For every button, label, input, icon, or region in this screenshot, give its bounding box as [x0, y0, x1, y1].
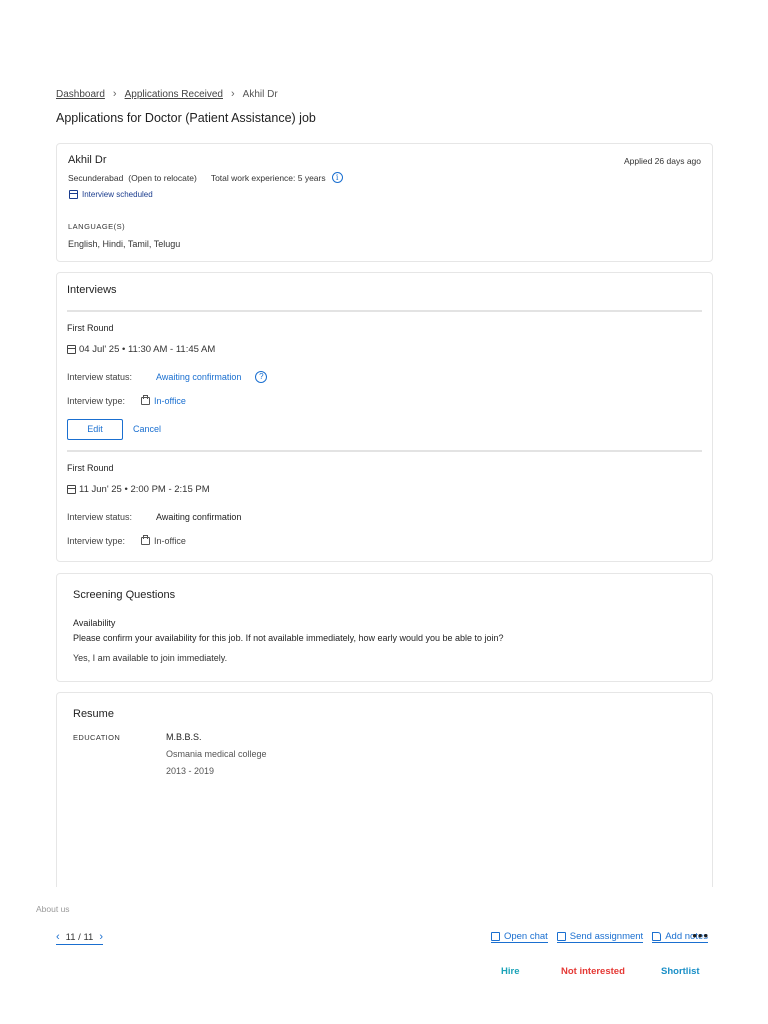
assignment-icon: [556, 932, 566, 941]
screening-title: Screening Questions: [73, 589, 176, 601]
candidate-relocate: (Open to relocate): [128, 172, 197, 183]
action-bar: Open chat Send assignment Add notes: [482, 931, 708, 943]
interview-type-row: Interview type: In-office: [67, 395, 186, 406]
pager-text: 11 / 11: [65, 931, 94, 943]
hire-button[interactable]: Hire: [501, 966, 519, 977]
resume-card: Resume EDUCATION M.B.B.S. Osmania medica…: [56, 692, 713, 887]
languages-heading: LANGUAGE(S): [68, 222, 126, 231]
round-datetime: 11 Jun' 25 • 2:00 PM - 2:15 PM: [67, 484, 210, 495]
breadcrumb-current: Akhil Dr: [242, 88, 278, 100]
interview-type-row: Interview type: In-office: [67, 535, 186, 546]
printer-icon: [141, 395, 150, 405]
printer-icon: [141, 535, 150, 545]
applied-date: Applied 26 days ago: [623, 156, 701, 166]
divider: [67, 450, 702, 452]
about-us-link[interactable]: About us: [36, 904, 70, 912]
round-datetime: 04 Jul' 25 • 11:30 AM - 11:45 AM: [67, 344, 215, 355]
round-name: First Round: [67, 463, 114, 473]
chevron-right-icon[interactable]: ›: [99, 931, 103, 943]
interview-status-label: Interview status:: [67, 512, 133, 522]
chevron-left-icon[interactable]: ‹: [56, 931, 60, 943]
interview-type-label: Interview type:: [67, 396, 126, 406]
page-title: Applications for Doctor (Patient Assista…: [56, 111, 316, 125]
question-heading: Availability: [73, 618, 116, 628]
candidate-card: Akhil Dr Applied 26 days ago Secunderaba…: [56, 143, 713, 262]
interview-status-value: Awaiting confirmation: [156, 512, 242, 522]
question-text: Please confirm your availability for thi…: [73, 633, 504, 643]
interview-status-value[interactable]: Awaiting confirmation: [156, 372, 241, 382]
degree: M.B.B.S.: [166, 732, 202, 742]
calendar-icon: [69, 190, 78, 199]
divider: [67, 310, 702, 312]
resume-title: Resume: [73, 708, 114, 720]
not-interested-button[interactable]: Not interested: [561, 966, 625, 977]
interview-type-value[interactable]: In-office: [154, 396, 186, 406]
interviews-title: Interviews: [67, 284, 117, 296]
interviews-card: Interviews First Round 04 Jul' 25 • 11:3…: [56, 272, 713, 562]
candidate-location: Secunderabad: [68, 172, 124, 183]
open-chat-button[interactable]: Open chat: [490, 931, 548, 943]
more-icon[interactable]: •••: [692, 928, 709, 943]
open-chat-label: Open chat: [503, 931, 548, 942]
shortlist-button[interactable]: Shortlist: [661, 966, 700, 977]
languages-value: English, Hindi, Tamil, Telugu: [68, 239, 181, 249]
chevron-right-icon: ›: [112, 88, 117, 100]
edit-button[interactable]: Edit: [67, 419, 123, 440]
notes-icon: [652, 932, 662, 941]
round-datetime-text: 11 Jun' 25 • 2:00 PM - 2:15 PM: [79, 484, 210, 495]
chevron-right-icon: ›: [230, 88, 235, 100]
interview-scheduled-label: Interview scheduled: [82, 190, 153, 199]
round-name: First Round: [67, 323, 114, 333]
interview-scheduled-badge: Interview scheduled: [69, 190, 153, 199]
interview-type-label: Interview type:: [67, 536, 126, 546]
breadcrumb-applications-link[interactable]: Applications Received: [125, 89, 223, 100]
cancel-button[interactable]: Cancel: [133, 424, 161, 434]
calendar-icon: [67, 485, 76, 494]
education-heading: EDUCATION: [73, 733, 121, 742]
round-datetime-text: 04 Jul' 25 • 11:30 AM - 11:45 AM: [79, 344, 216, 355]
candidate-experience: Total work experience: 5 years: [210, 172, 326, 183]
interview-type-value: In-office: [154, 536, 186, 546]
info-icon[interactable]: i: [331, 172, 343, 183]
pager: ‹ 11 / 11 ›: [56, 931, 103, 945]
candidate-meta: Secunderabad (Open to relocate) Total wo…: [68, 172, 343, 183]
breadcrumb-dashboard-link[interactable]: Dashboard: [56, 89, 105, 100]
answer-text: Yes, I am available to join immediately.: [73, 653, 228, 663]
send-assignment-button[interactable]: Send assignment: [556, 931, 644, 943]
college: Osmania medical college: [166, 749, 267, 759]
education-years: 2013 - 2019: [166, 766, 215, 776]
interview-status-label: Interview status:: [67, 372, 133, 382]
interview-status-row: Interview status: Awaiting confirmation …: [67, 371, 268, 383]
breadcrumb: Dashboard › Applications Received › Akhi…: [56, 88, 278, 100]
chat-icon: [490, 932, 500, 941]
interview-status-row: Interview status: Awaiting confirmation: [67, 512, 241, 522]
calendar-icon: [67, 345, 76, 354]
candidate-name: Akhil Dr: [68, 154, 107, 166]
screening-card: Screening Questions Availability Please …: [56, 573, 713, 682]
help-icon[interactable]: ?: [255, 371, 268, 383]
send-assignment-label: Send assignment: [569, 931, 644, 942]
